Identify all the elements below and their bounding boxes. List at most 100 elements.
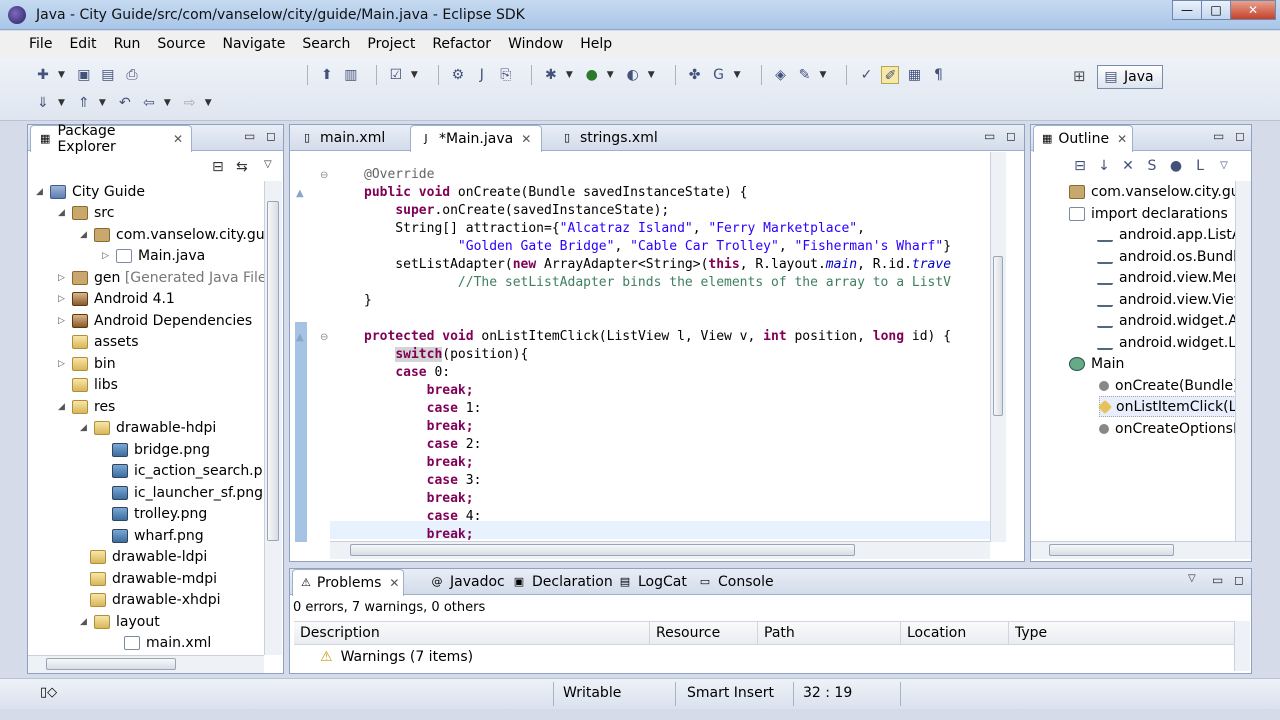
column-location[interactable]: Location: [901, 622, 1009, 644]
maximize-icon[interactable]: ◻: [1006, 129, 1016, 143]
outline-vertical-scrollbar[interactable]: [1235, 181, 1251, 541]
external-tools-icon[interactable]: ◐: [624, 66, 642, 84]
tab-problems[interactable]: ⚠ Problems ✕: [292, 569, 404, 596]
chevron-down-icon[interactable]: ▼: [58, 70, 65, 80]
tree-item[interactable]: ▷ gen [Generated Java Files: [58, 267, 264, 288]
expand-icon[interactable]: ◢: [80, 423, 90, 433]
outline-item[interactable]: import declarations: [1069, 203, 1228, 224]
new-file-icon[interactable]: ⎘: [497, 66, 515, 84]
collapse-all-icon[interactable]: ⊟: [212, 159, 224, 175]
expand-icon[interactable]: ▷: [58, 273, 68, 283]
tree-item[interactable]: ◢ res: [58, 396, 115, 417]
scrollbar-thumb[interactable]: [267, 201, 279, 541]
menu-navigate[interactable]: Navigate: [223, 36, 286, 52]
minimize-icon[interactable]: ▭: [984, 129, 995, 143]
chevron-down-icon[interactable]: ▼: [164, 98, 171, 108]
chevron-down-icon[interactable]: ▼: [734, 70, 741, 80]
last-edit-icon[interactable]: ↶: [116, 94, 134, 112]
open-perspective-icon[interactable]: ⊞: [1073, 67, 1086, 85]
maximize-icon[interactable]: ◻: [1234, 573, 1244, 587]
outline-item[interactable]: android.widget.List: [1097, 332, 1235, 353]
previous-annotation-icon[interactable]: ⇑: [75, 94, 93, 112]
tree-item[interactable]: ▷ Android Dependencies: [58, 310, 252, 331]
tree-item[interactable]: ▷ bin: [58, 353, 116, 374]
outline-item[interactable]: android.view.View: [1097, 289, 1235, 310]
minimize-icon[interactable]: ▭: [1212, 573, 1223, 587]
tab-package-explorer[interactable]: ▦ Package Explorer ✕: [30, 123, 192, 155]
new-package-icon[interactable]: ✤: [686, 66, 704, 84]
run-icon[interactable]: ●: [583, 66, 601, 84]
outline-item[interactable]: Main: [1069, 353, 1124, 374]
view-menu-icon[interactable]: ▽: [1215, 157, 1233, 175]
minimize-icon[interactable]: ▭: [1213, 129, 1224, 143]
chevron-down-icon[interactable]: ▼: [205, 98, 212, 108]
tree-item[interactable]: drawable-ldpi: [90, 546, 207, 567]
tree-item[interactable]: drawable-mdpi: [90, 568, 217, 589]
tree-item[interactable]: main.xml: [124, 632, 211, 653]
column-description[interactable]: Description: [294, 622, 650, 644]
outline-item[interactable]: android.widget.Arra: [1097, 310, 1235, 331]
tree-item[interactable]: bridge.png: [112, 439, 210, 460]
tree-item[interactable]: wharf.png: [112, 525, 204, 546]
tab-main-java[interactable]: J *Main.java ✕: [410, 125, 542, 152]
close-button[interactable]: ✕: [1230, 0, 1276, 20]
new-class-icon[interactable]: G: [710, 66, 728, 84]
tree-item[interactable]: ◢ layout: [80, 611, 160, 632]
expand-icon[interactable]: ▷: [58, 359, 68, 369]
minimize-icon[interactable]: ▭: [244, 129, 255, 143]
chevron-down-icon[interactable]: ▼: [566, 70, 573, 80]
next-annotation-icon[interactable]: ⇓: [34, 94, 52, 112]
menu-help[interactable]: Help: [580, 36, 612, 52]
tree-item[interactable]: ◢ src: [58, 202, 114, 223]
tree-item[interactable]: ◢ drawable-hdpi: [80, 417, 216, 438]
expand-icon[interactable]: ◢: [36, 187, 46, 197]
hide-fields-icon[interactable]: ✕: [1119, 157, 1137, 175]
outline-item[interactable]: android.view.Menu: [1097, 267, 1235, 288]
maximize-icon[interactable]: ◻: [266, 129, 276, 143]
package-horizontal-scrollbar[interactable]: [28, 655, 264, 673]
expand-icon[interactable]: ◢: [80, 230, 90, 240]
expand-icon[interactable]: ◢: [58, 208, 68, 218]
code-area[interactable]: @Override public void onCreate(Bundle sa…: [330, 152, 990, 542]
tree-item[interactable]: assets: [58, 331, 139, 352]
maximize-button[interactable]: □: [1201, 0, 1231, 20]
menu-refactor[interactable]: Refactor: [432, 36, 491, 52]
scrollbar-thumb[interactable]: [350, 544, 855, 556]
column-resource[interactable]: Resource: [650, 622, 758, 644]
hide-local-types-icon[interactable]: L: [1191, 157, 1209, 175]
avd-manager-icon[interactable]: ▥: [342, 66, 360, 84]
problems-vertical-scrollbar[interactable]: [1234, 621, 1250, 671]
menu-window[interactable]: Window: [508, 36, 563, 52]
outline-item[interactable]: android.app.ListAct: [1097, 224, 1235, 245]
tree-item[interactable]: ic_action_search.p: [112, 460, 263, 481]
scrollbar-thumb[interactable]: [993, 256, 1003, 416]
outline-item[interactable]: com.vanselow.city.guide: [1069, 181, 1235, 202]
tree-item[interactable]: ◢ City Guide: [36, 181, 145, 202]
tree-item[interactable]: ▷ Android 4.1: [58, 288, 175, 309]
expand-icon[interactable]: ▷: [102, 251, 112, 261]
tab-strings-xml[interactable]: ▯ strings.xml: [552, 125, 666, 151]
outline-item[interactable]: onCreateOptionsM: [1099, 418, 1235, 439]
forward-icon[interactable]: ⇨: [181, 94, 199, 112]
tab-declaration[interactable]: ▣ Declaration: [504, 569, 621, 595]
tree-item[interactable]: ▷ Main.java: [102, 245, 205, 266]
back-icon[interactable]: ⇦: [140, 94, 158, 112]
tree-item[interactable]: libs: [58, 374, 118, 395]
tab-main-xml[interactable]: ▯ main.xml: [292, 125, 393, 151]
menu-edit[interactable]: Edit: [69, 36, 96, 52]
tree-item[interactable]: drawable-xhdpi: [90, 589, 221, 610]
expand-icon[interactable]: ◢: [80, 617, 90, 627]
annotation-icon[interactable]: ✓: [857, 66, 875, 84]
checkbox-icon[interactable]: ☑: [387, 66, 405, 84]
column-type[interactable]: Type: [1009, 622, 1229, 644]
android-sdk-icon[interactable]: ⬆: [318, 66, 336, 84]
scrollbar-thumb[interactable]: [1049, 544, 1174, 556]
tree-item[interactable]: ic_launcher_sf.png: [112, 482, 263, 503]
chevron-down-icon[interactable]: ▼: [820, 70, 827, 80]
whitespace-icon[interactable]: ¶: [929, 66, 947, 84]
chevron-down-icon[interactable]: ▼: [411, 70, 418, 80]
menu-search[interactable]: Search: [302, 36, 350, 52]
hide-static-icon[interactable]: S: [1143, 157, 1161, 175]
block-selection-icon[interactable]: ▦: [905, 66, 923, 84]
outline-item[interactable]: onListItemClick(List: [1097, 396, 1235, 417]
